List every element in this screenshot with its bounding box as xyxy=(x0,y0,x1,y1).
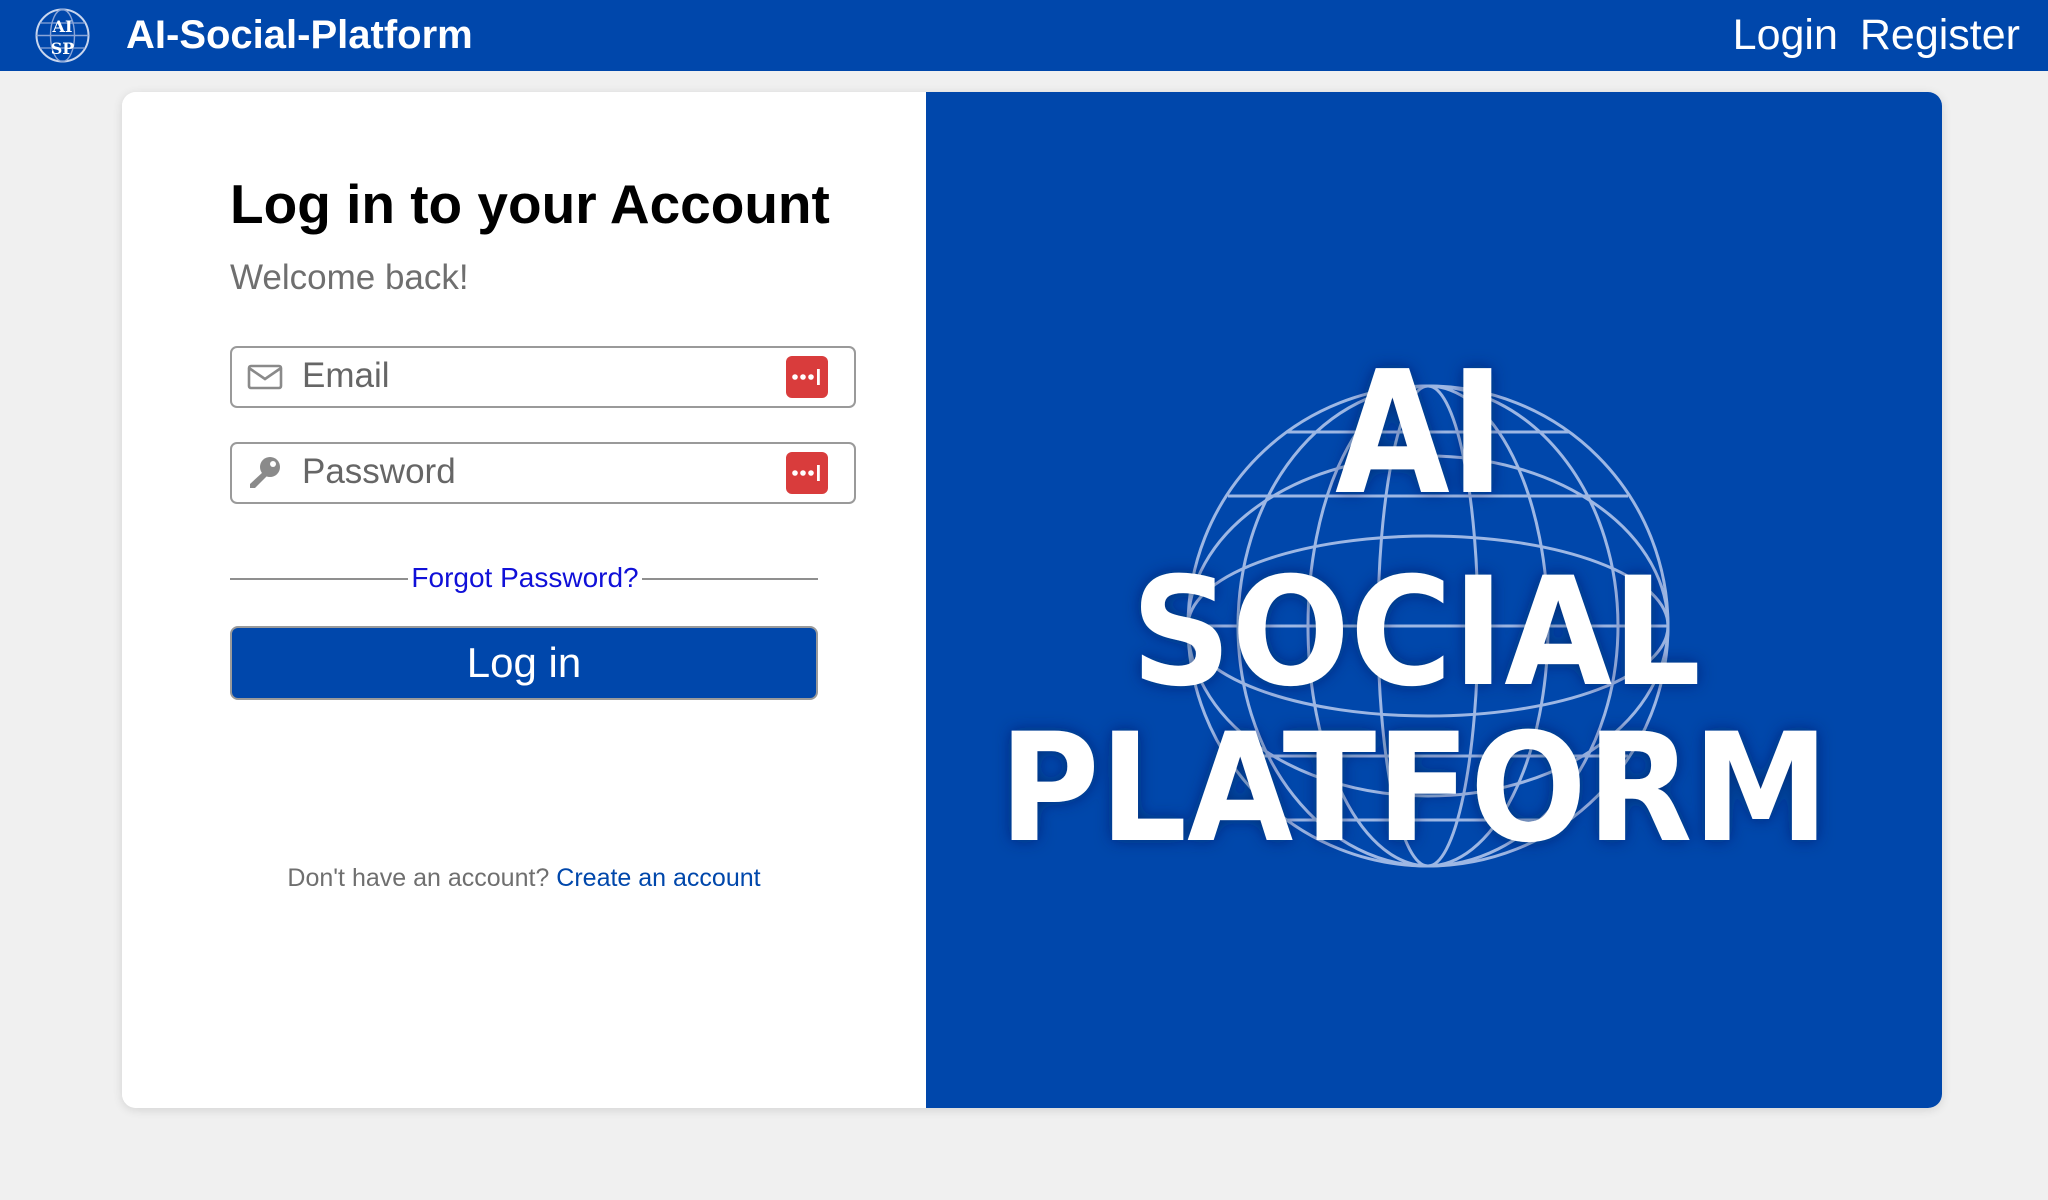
page-title: Log in to your Account xyxy=(230,173,830,235)
email-input[interactable] xyxy=(302,354,742,398)
login-card: Log in to your Account Welcome back! Ema… xyxy=(122,92,1942,1108)
logo-text-bottom: SP xyxy=(51,39,75,58)
signup-question: Don't have an account? xyxy=(287,864,550,892)
envelope-icon xyxy=(247,364,283,390)
hero-line-platform: PLATFORM xyxy=(999,702,1829,876)
divider-line-left xyxy=(230,578,408,580)
welcome-subtitle: Welcome back! xyxy=(230,258,469,297)
password-manager-icon[interactable] xyxy=(786,356,828,398)
nav-register-link[interactable]: Register xyxy=(1860,10,2020,60)
email-field xyxy=(230,346,856,408)
password-input[interactable] xyxy=(302,450,742,494)
login-form-panel: Log in to your Account Welcome back! Ema… xyxy=(122,92,926,1108)
brand-link[interactable]: AI-Social-Platform xyxy=(126,12,473,58)
key-icon xyxy=(250,457,280,488)
password-manager-icon[interactable] xyxy=(786,452,828,494)
signup-prompt: Don't have an account? Create an account xyxy=(230,862,818,894)
forgot-password-divider: Forgot Password? xyxy=(230,558,818,598)
hero-line-social: SOCIAL xyxy=(1131,546,1701,720)
nav-login-link[interactable]: Login xyxy=(1733,10,1838,60)
divider-line-right xyxy=(642,578,818,580)
create-account-link[interactable]: Create an account xyxy=(556,864,760,892)
forgot-password-link[interactable]: Forgot Password? xyxy=(408,558,642,598)
logo-text-top: AI xyxy=(52,17,73,36)
hero-line-ai: AI xyxy=(1335,335,1505,533)
login-button[interactable]: Log in xyxy=(230,626,818,700)
nav-links: Login Register xyxy=(1733,10,2020,60)
hero-panel: AI SOCIAL PLATFORM xyxy=(926,92,1942,1108)
hero-logo-image: AI SOCIAL PLATFORM xyxy=(999,335,1829,876)
password-field xyxy=(230,442,856,504)
logo-icon[interactable]: AI SP xyxy=(34,7,91,64)
top-navbar: AI SP AI-Social-Platform Login Register xyxy=(0,0,2048,71)
